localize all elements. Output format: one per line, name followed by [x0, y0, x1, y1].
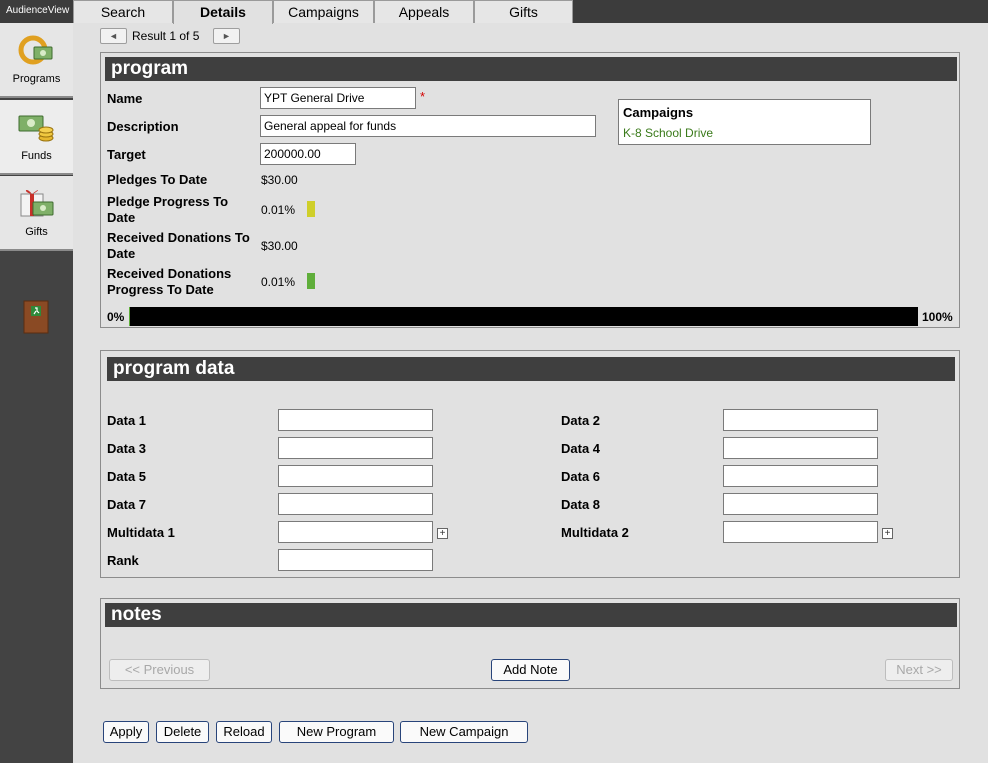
progress-bar: [129, 307, 918, 326]
new-program-button[interactable]: New Program: [279, 721, 394, 743]
pledge-progress-label-line1: Pledge Progress To: [107, 194, 229, 209]
notes-panel: notes << Previous Add Note Next >>: [100, 598, 960, 689]
apply-button[interactable]: Apply: [103, 721, 149, 743]
multidata1-label: Multidata 1: [107, 525, 175, 540]
progress-bar-min-label: 0%: [107, 310, 125, 324]
received-progress-label-line2: Progress To Date: [107, 282, 214, 297]
required-marker: *: [420, 89, 426, 104]
tab-details[interactable]: Details: [173, 0, 273, 24]
add-note-button[interactable]: Add Note: [491, 659, 570, 681]
notes-header: notes: [105, 603, 957, 627]
data5-input[interactable]: [278, 465, 433, 487]
result-counter: Result 1 of 5: [132, 29, 200, 43]
next-result-button[interactable]: ►: [213, 28, 240, 44]
sidebar-item-label: Funds: [21, 150, 52, 162]
description-input[interactable]: General appeal for funds: [260, 115, 596, 137]
data4-label: Data 4: [561, 441, 601, 456]
name-input[interactable]: YPT General Drive: [260, 87, 416, 109]
program-data-header: program data: [107, 357, 955, 381]
data7-input[interactable]: [278, 493, 433, 515]
tab-campaigns[interactable]: Campaigns: [273, 0, 374, 23]
multidata2-input[interactable]: [723, 521, 878, 543]
tab-appeals[interactable]: Appeals: [374, 0, 474, 23]
multidata2-label: Multidata 2: [561, 525, 629, 540]
received-donations-value: $30.00: [261, 239, 298, 253]
data8-label: Data 8: [561, 497, 601, 512]
campaign-link[interactable]: K-8 School Drive: [623, 126, 713, 140]
data3-label: Data 3: [107, 441, 147, 456]
received-progress-label-line1: Received Donations: [107, 266, 232, 281]
sidebar-item-label: Gifts: [25, 226, 48, 238]
exit-door-icon[interactable]: [23, 300, 49, 334]
program-panel: program Name YPT General Drive * Descrip…: [100, 52, 960, 328]
program-header: program: [105, 57, 957, 81]
sidebar-item-programs[interactable]: Programs: [0, 23, 73, 98]
multidata1-add-icon[interactable]: +: [437, 528, 448, 539]
data1-label: Data 1: [107, 413, 147, 428]
previous-result-button[interactable]: ◄: [100, 28, 127, 44]
target-input[interactable]: 200000.00: [260, 143, 356, 165]
delete-button[interactable]: Delete: [156, 721, 209, 743]
data2-input[interactable]: [723, 409, 878, 431]
pledge-progress-swatch: [307, 201, 315, 217]
campaigns-title: Campaigns: [623, 105, 694, 120]
data5-label: Data 5: [107, 469, 147, 484]
rank-label: Rank: [107, 553, 139, 568]
next-note-button[interactable]: Next >>: [885, 659, 953, 681]
name-label: Name: [107, 91, 143, 106]
program-data-panel: program data Data 1 Data 2 Data 3 Data 4…: [100, 350, 960, 578]
received-donations-label-line2: Date: [107, 246, 136, 261]
data3-input[interactable]: [278, 437, 433, 459]
multidata1-input[interactable]: [278, 521, 433, 543]
pledge-progress-value: 0.01%: [261, 203, 296, 217]
data6-input[interactable]: [723, 465, 878, 487]
received-progress-value: 0.01%: [261, 275, 296, 289]
programs-icon: [18, 35, 53, 65]
data6-label: Data 6: [561, 469, 601, 484]
campaigns-box: Campaigns K-8 School Drive: [618, 99, 871, 145]
pledge-progress-label-line2: Date: [107, 210, 136, 225]
sidebar-item-label: Programs: [12, 73, 61, 85]
reload-button[interactable]: Reload: [216, 721, 272, 743]
multidata2-add-icon[interactable]: +: [882, 528, 893, 539]
sidebar-item-gifts[interactable]: Gifts: [0, 176, 73, 251]
data7-label: Data 7: [107, 497, 147, 512]
data4-input[interactable]: [723, 437, 878, 459]
previous-note-button[interactable]: << Previous: [109, 659, 210, 681]
received-progress-swatch: [307, 273, 315, 289]
progress-bar-max-label: 100%: [922, 310, 953, 324]
sidebar: Programs Funds Gifts: [0, 23, 73, 763]
received-donations-label-line1: Received Donations To: [107, 230, 250, 245]
tab-gifts[interactable]: Gifts: [474, 0, 573, 23]
funds-icon: [18, 115, 54, 142]
pledges-to-date-value: $30.00: [261, 173, 298, 187]
target-label: Target: [107, 147, 146, 162]
tab-search[interactable]: Search: [73, 0, 173, 23]
description-label: Description: [107, 119, 179, 134]
new-campaign-button[interactable]: New Campaign: [400, 721, 528, 743]
sidebar-item-funds[interactable]: Funds: [0, 100, 73, 175]
app-brand: AudienceView: [0, 0, 73, 23]
data2-label: Data 2: [561, 413, 601, 428]
rank-input[interactable]: [278, 549, 433, 571]
data1-input[interactable]: [278, 409, 433, 431]
gifts-icon: [20, 189, 54, 217]
pledges-to-date-label: Pledges To Date: [107, 172, 208, 187]
data8-input[interactable]: [723, 493, 878, 515]
